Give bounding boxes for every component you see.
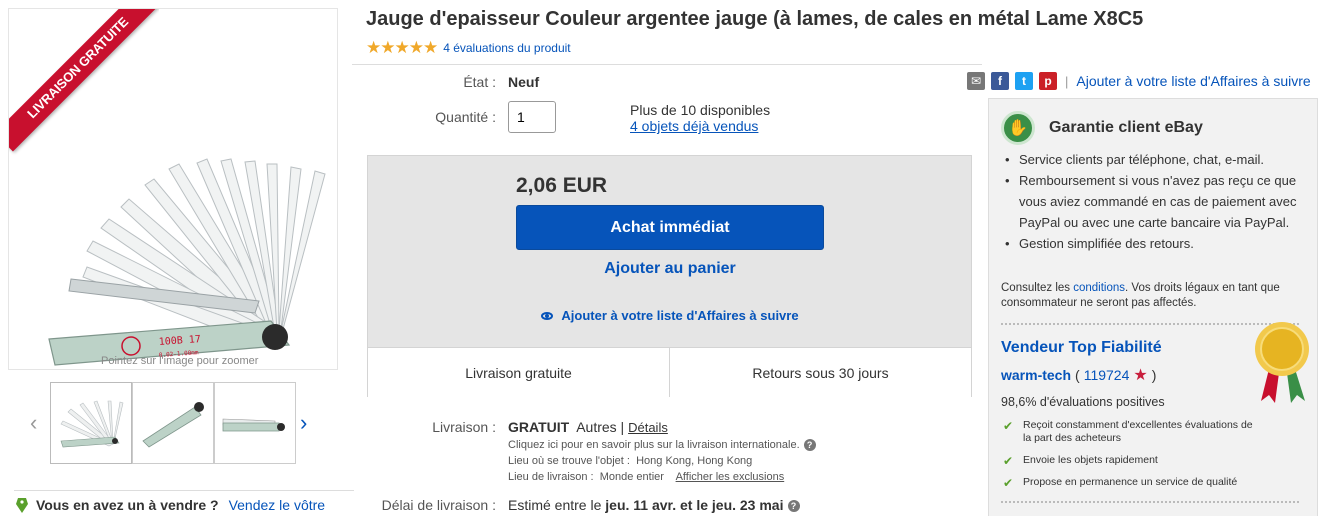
guarantee-list: Service clients par téléphone, chat, e-m… [1003,149,1303,254]
condition-label: État : [463,74,496,90]
price: 2,06 EUR [516,174,608,197]
quantity-input[interactable] [508,101,556,133]
delivery-info: GRATUIT Autres | Détails Cliquez ici pou… [508,419,816,485]
chevron-right-icon[interactable]: › [300,410,307,436]
zoom-hint: Pointez sur l'image pour zoomer [101,355,259,367]
seller-check-item: Envoie les objets rapidement [1001,454,1261,468]
item-title: Jauge d'epaisseur Couleur argentee jauge… [366,8,1144,30]
item-location-label: Lieu où se trouve l'objet : [508,455,630,467]
rating-row: ★★★★★ 4 évaluations du produit [366,38,571,58]
rating-stars-icon: ★★★★★ [366,38,438,57]
ribbon-label: LIVRAISON GRATUITE [9,9,159,152]
reviews-link[interactable]: 4 évaluations du produit [443,41,570,55]
quantity-label: Quantité : [435,109,496,125]
seller-check-item: Propose en permanence un service de qual… [1001,476,1261,490]
sell-question: Vous en avez un à vendre ? [36,497,219,513]
delivery-free: GRATUIT [508,419,570,435]
twitter-icon[interactable]: t [1015,72,1033,90]
guarantee-item: Gestion simplifiée des retours. [1003,233,1303,254]
intl-shipping-note[interactable]: Cliquez ici pour en savoir plus sur la l… [508,439,800,451]
free-shipping-label: Livraison gratuite [465,364,572,381]
delivery-time-prefix: Estimé entre le [508,497,602,513]
delivery-time-dates: jeu. 11 avr. et le jeu. 23 mai [605,497,784,513]
help-icon[interactable]: ? [803,439,816,452]
delivery-time-value: Estimé entre le jeu. 11 avr. et le jeu. … [508,497,800,513]
availability: Plus de 10 disponibles 4 objets déjà ven… [630,102,770,134]
add-to-watchlist-button[interactable]: Ajouter à votre liste d'Affaires à suivr… [516,308,824,323]
thumbnail-strip: ‹ › [26,382,326,466]
handshake-icon: ✋ [1001,111,1035,145]
share-row: ✉ f t p | Ajouter à votre liste d'Affair… [967,72,1311,90]
sell-yours-row: Vous en avez un à vendre ? Vendez le vôt… [14,490,354,514]
divider [352,64,982,65]
watchlist-label: Ajouter à votre liste d'Affaires à suivr… [561,308,799,323]
thumbnail-2[interactable] [132,382,214,464]
top-seller-title: Vendeur Top Fiabilité [1001,339,1162,356]
seller-name-link[interactable]: warm-tech [1001,367,1071,383]
ship-to-label: Lieu de livraison : [508,471,594,483]
score-open: ( [1075,367,1080,383]
top-rated-medal-icon [1255,322,1309,403]
main-product-image[interactable]: 100B 17 0.02-1.00mm LIVRAISON GRATUITE P… [8,8,338,370]
conditions-link[interactable]: conditions [1073,282,1125,294]
guarantee-item: Remboursement si vous n'avez pas reçu ce… [1003,170,1303,233]
returns-label: Retours sous 30 jours [669,348,971,397]
pinterest-icon[interactable]: p [1039,72,1057,90]
note-prefix: Consultez les [1001,282,1071,294]
seller-info: warm-tech (119724 ★ ) [1001,365,1156,385]
guarantee-note: Consultez les conditions. Vos droits lég… [1001,281,1311,311]
eye-icon [541,311,554,320]
price-tag-icon [16,498,28,513]
thumbnail-3[interactable] [214,382,296,464]
feedback-score-link[interactable]: 119724 [1084,367,1130,383]
delivery-details-link[interactable]: Détails [628,420,668,435]
delivery-others: Autres | [576,419,625,435]
watchlist-link[interactable]: Ajouter à votre liste d'Affaires à suivr… [1076,73,1310,89]
guarantee-item: Service clients par téléphone, chat, e-m… [1003,149,1303,170]
seller-check-item: Reçoit constamment d'excellentes évaluat… [1001,419,1261,445]
thumbnail-image [142,402,204,448]
thumbnail-image [60,400,124,448]
score-close: ) [1151,367,1157,383]
shooting-star-icon: ★ [1133,367,1148,384]
delivery-time-label: Délai de livraison : [381,497,496,513]
guarantee-panel: ✋ Garantie client eBay Service clients p… [988,98,1318,516]
item-location-value: Hong Kong, Hong Kong [636,455,753,467]
exclusions-link[interactable]: Afficher les exclusions [676,471,785,483]
shipping-returns-row: Livraison gratuite Retours sous 30 jours [368,347,971,397]
guarantee-title: Garantie client eBay [1049,119,1203,136]
sell-yours-link[interactable]: Vendez le vôtre [229,497,326,513]
free-shipping-ribbon: LIVRAISON GRATUITE [9,9,159,159]
facebook-icon[interactable]: f [991,72,1009,90]
buy-now-button[interactable]: Achat immédiat [516,205,824,250]
buy-box: 2,06 EUR Achat immédiat Ajouter au panie… [367,155,972,397]
sold-count-link[interactable]: 4 objets déjà vendus [630,118,758,134]
image-gallery: 100B 17 0.02-1.00mm LIVRAISON GRATUITE P… [0,0,354,516]
available-count: Plus de 10 disponibles [630,102,771,118]
ship-to-value: Monde entier [599,471,664,483]
thumbnail-image [222,418,285,432]
add-to-cart-button[interactable]: Ajouter au panier [516,260,824,284]
condition-value: Neuf [508,74,540,90]
seller-checks: Reçoit constamment d'excellentes évaluat… [1001,419,1261,498]
help-icon[interactable]: ? [787,500,800,513]
separator: | [1065,73,1069,89]
chevron-left-icon[interactable]: ‹ [30,410,37,436]
thumbnail-1[interactable] [50,382,132,464]
guarantee-header: ✋ Garantie client eBay [1001,111,1203,145]
positive-feedback: 98,6% d'évaluations positives [1001,395,1165,409]
mail-icon[interactable]: ✉ [967,72,985,90]
delivery-label: Livraison : [432,419,496,435]
divider [1001,501,1299,503]
